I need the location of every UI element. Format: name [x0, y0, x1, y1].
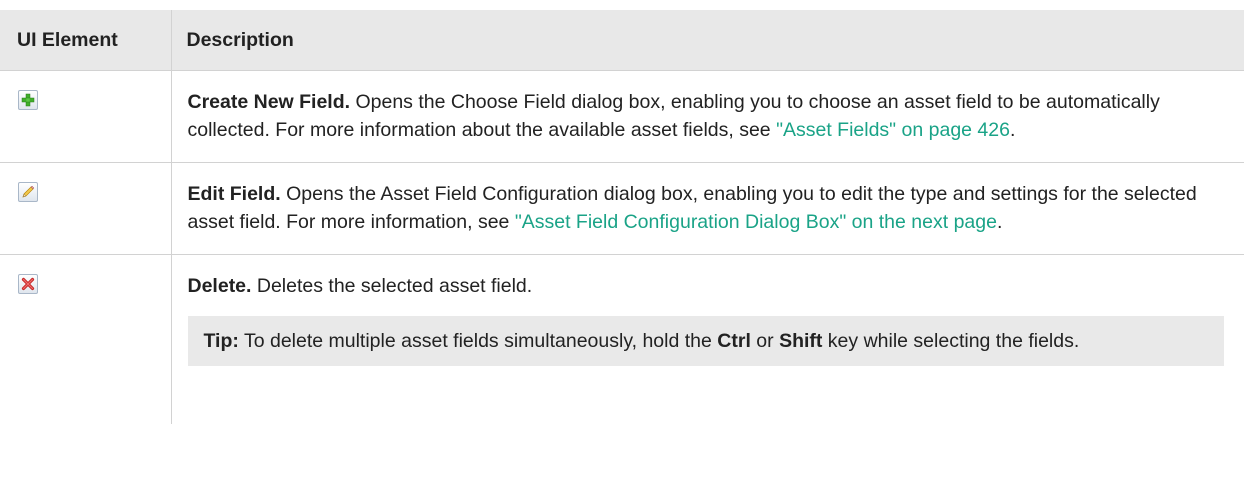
table-row-create-field: Create New Field. Opens the Choose Field… — [0, 70, 1244, 163]
ui-element-cell — [0, 70, 172, 163]
ui-element-cell — [0, 162, 172, 255]
ui-elements-table: UI Element Description Create New Field.… — [0, 10, 1244, 424]
ui-element-cell — [0, 254, 172, 424]
delete-x-icon — [18, 274, 38, 294]
edit-pencil-icon — [18, 182, 38, 202]
tip-box: Tip: To delete multiple asset fields sim… — [187, 316, 1224, 366]
row-text: Deletes the selected asset field. — [251, 275, 533, 297]
row-end-punct: . — [996, 211, 1003, 233]
table-row-delete: Delete. Deletes the selected asset field… — [0, 254, 1244, 425]
row-title: Delete. — [187, 275, 252, 297]
tip-text: To delete multiple asset fields simultan… — [238, 330, 718, 352]
row-end-punct: . — [1009, 119, 1016, 141]
tip-text: key while selecting the fields. — [822, 330, 1080, 352]
tip-text: or — [750, 330, 780, 352]
asset-field-config-link[interactable]: "Asset Field Configuration Dialog Box" o… — [515, 211, 997, 233]
header-description: Description — [171, 10, 1244, 71]
asset-fields-link[interactable]: "Asset Fields" on page 426 — [776, 119, 1010, 141]
add-field-icon — [18, 90, 38, 110]
delete-description: Delete. Deletes the selected asset field… — [188, 272, 1225, 300]
table-header-row: UI Element Description — [0, 10, 1244, 71]
description-cell: Create New Field. Opens the Choose Field… — [171, 70, 1244, 163]
header-ui-element: UI Element — [0, 10, 172, 71]
table-row-edit-field: Edit Field. Opens the Asset Field Config… — [0, 162, 1244, 255]
tip-label: Tip: — [203, 330, 239, 352]
shift-key: Shift — [779, 330, 823, 352]
ctrl-key: Ctrl — [717, 330, 751, 352]
row-title: Edit Field. — [187, 183, 281, 205]
row-title: Create New Field. — [187, 91, 351, 113]
description-cell: Delete. Deletes the selected asset field… — [171, 255, 1244, 425]
description-cell: Edit Field. Opens the Asset Field Config… — [171, 162, 1244, 255]
